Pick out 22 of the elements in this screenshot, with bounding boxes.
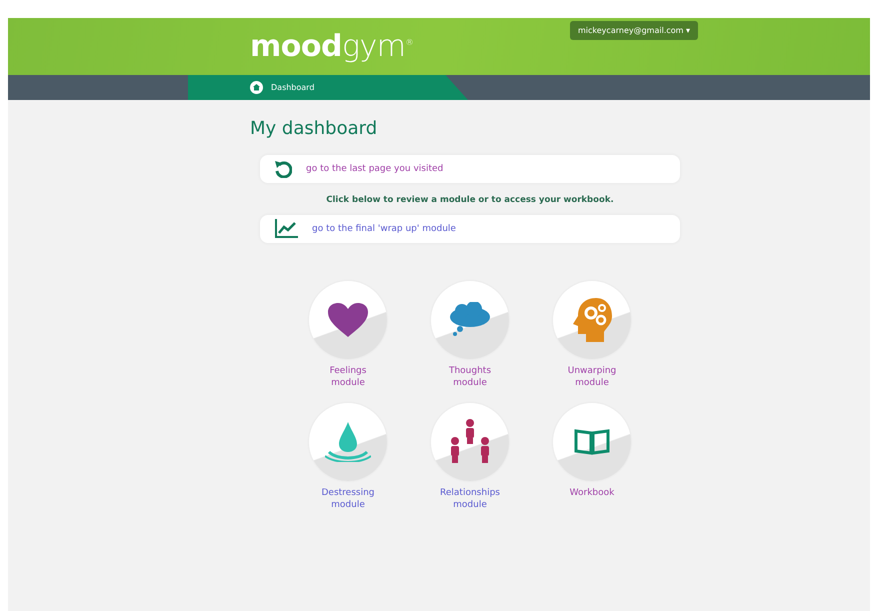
logo: moodgym$^{®}$ — [250, 29, 413, 64]
water-drop-icon — [325, 422, 371, 462]
people-icon — [449, 419, 491, 465]
page-title: My dashboard — [250, 118, 378, 139]
account-menu[interactable]: mickeycarney@gmail.com ▾ — [570, 21, 698, 40]
head-gears-icon — [572, 298, 612, 342]
book-icon — [574, 429, 610, 455]
module-link[interactable]: Relationships module — [435, 487, 505, 511]
instruction-text: Click below to review a module or to access your workbook. — [325, 195, 615, 205]
module-link[interactable]: Workbook — [557, 487, 627, 499]
link-button[interactable]: go to the last page you visited — [260, 155, 680, 183]
link-button[interactable]: go to the final 'wrap up' module — [260, 215, 680, 243]
undo-icon — [274, 160, 292, 178]
module-link[interactable]: Feelings module — [313, 365, 383, 389]
module-link[interactable]: Thoughts module — [435, 365, 505, 389]
dashboard-tab[interactable]: Dashboard — [188, 75, 468, 100]
thought-cloud-icon — [448, 302, 492, 338]
module-link[interactable]: Unwarping module — [557, 365, 627, 389]
heart-icon — [328, 303, 368, 337]
line-chart-icon — [274, 219, 298, 239]
home-icon — [250, 81, 263, 94]
module-link[interactable]: Destressing module — [313, 487, 383, 511]
